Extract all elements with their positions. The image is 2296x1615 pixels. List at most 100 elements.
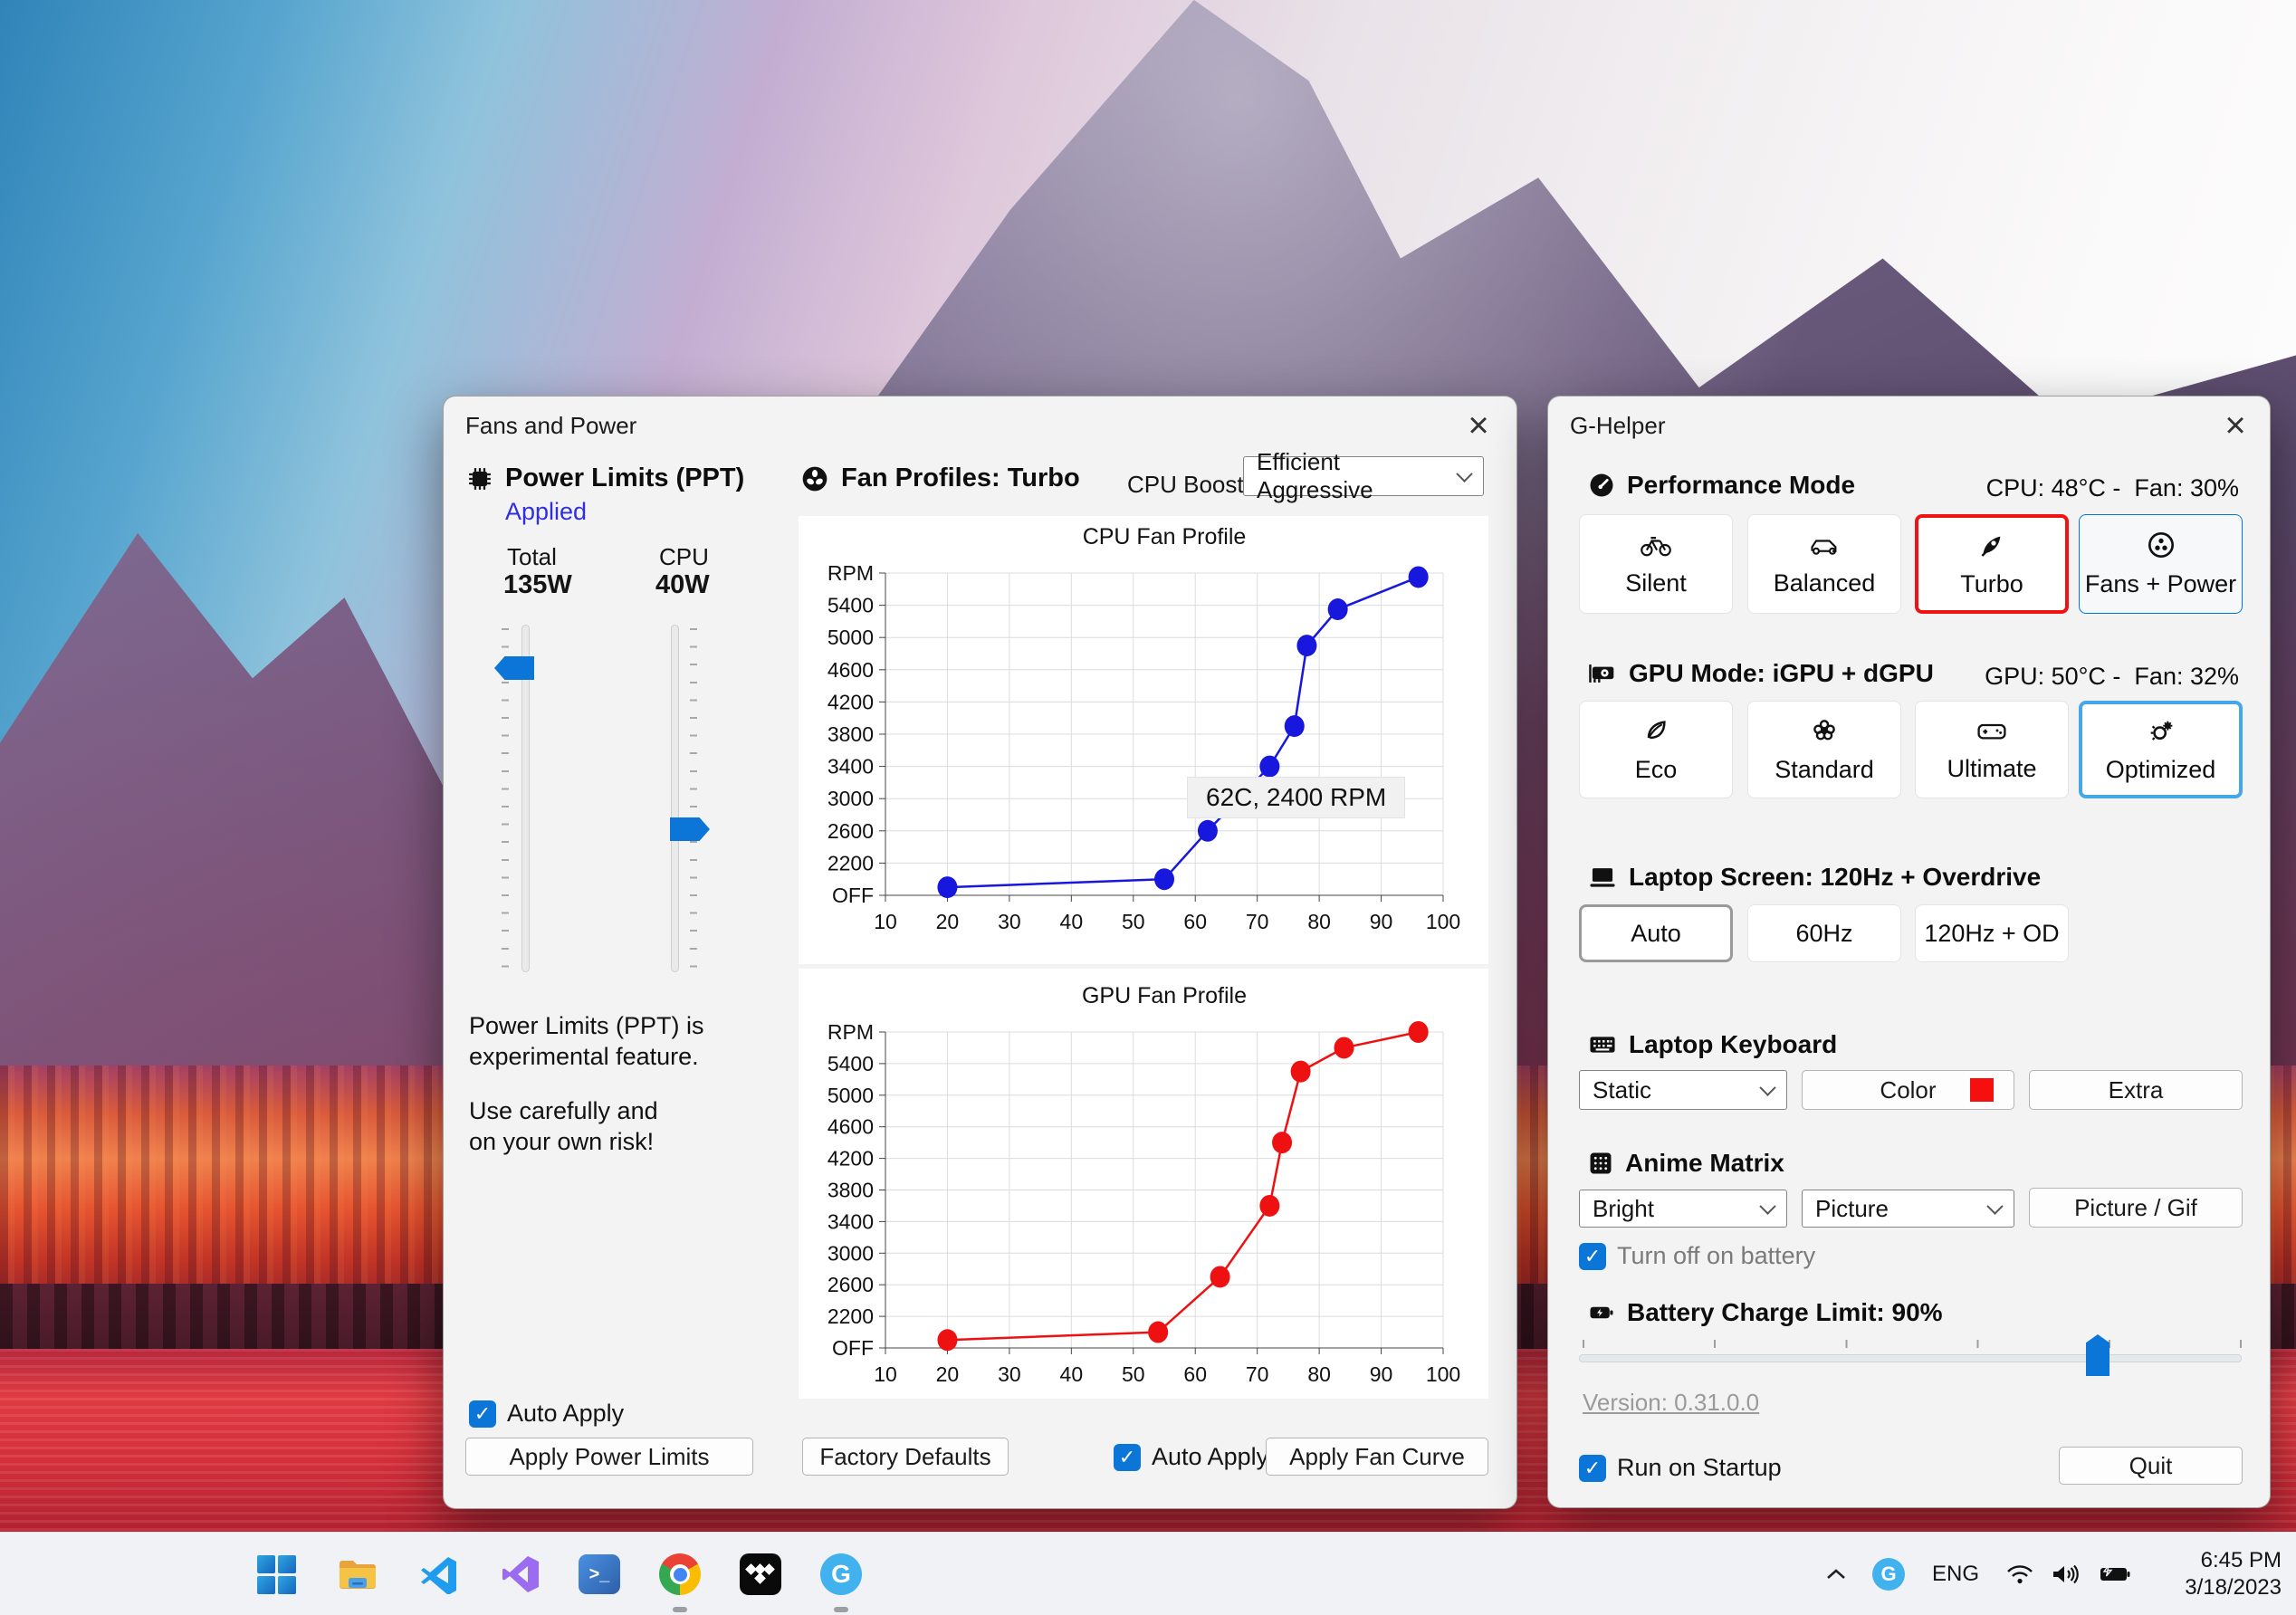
warning-text-2: Use carefully and on your own risk! <box>469 1097 658 1155</box>
anime-picture-gif-button[interactable]: Picture / Gif <box>2029 1188 2243 1228</box>
checkbox-checked-icon[interactable]: ✓ <box>1579 1454 1606 1482</box>
chrome-icon[interactable] <box>658 1553 702 1596</box>
cpu-value: 40W <box>655 570 710 599</box>
windows-logo-icon <box>256 1554 296 1594</box>
gpu-optimized-button-selected[interactable]: Optimized <box>2079 701 2243 798</box>
turn-off-on-battery-checkbox-row[interactable]: ✓ Turn off on battery <box>1579 1242 1815 1270</box>
powershell-glyph: >_ <box>588 1563 610 1584</box>
keyboard-mode-select[interactable]: Static <box>1579 1070 1787 1110</box>
svg-text:3400: 3400 <box>828 755 874 779</box>
file-explorer-icon[interactable] <box>336 1553 379 1596</box>
g-helper-letter: G <box>1880 1562 1897 1585</box>
keyboard-color-button[interactable]: Color <box>1802 1070 2014 1110</box>
screen-auto-button-selected[interactable]: Auto <box>1579 904 1733 962</box>
cpu-boost-select[interactable]: Efficient Aggressive <box>1243 448 1484 503</box>
tray-language[interactable]: ENG <box>1927 1553 1985 1596</box>
screen-120hz-od-button[interactable]: 120Hz + OD <box>1915 904 2069 962</box>
apply-power-limits-button[interactable]: Apply Power Limits <box>465 1438 753 1476</box>
battery-slider-thumb[interactable] <box>2086 1334 2109 1376</box>
cpu-fan-profile-chart[interactable]: 10 20 30 40 50 60 70 80 90 100 OFF 2200 2600 3000 3400… <box>799 516 1488 964</box>
battery-tray-icon[interactable] <box>2093 1553 2137 1596</box>
tray-date: 3/18/2023 <box>2185 1575 2282 1600</box>
fans-power-nav-button[interactable]: Fans + Power <box>2079 514 2243 614</box>
keyboard-extra-button[interactable]: Extra <box>2029 1070 2243 1110</box>
mode-turbo-button-selected[interactable]: Turbo <box>1915 514 2069 614</box>
cpu-boost-value: Efficient Aggressive <box>1257 448 1373 503</box>
svg-text:3800: 3800 <box>828 722 874 746</box>
fan-profiles-header: Fan Profiles: Turbo <box>800 463 1080 493</box>
svg-text:30: 30 <box>998 1362 1021 1386</box>
mode-label: Ultimate <box>1947 754 2037 782</box>
screen-60hz-button[interactable]: 60Hz <box>1747 904 1901 962</box>
volume-icon[interactable] <box>2044 1553 2086 1596</box>
tray-chevron-up-icon[interactable] <box>1818 1553 1854 1596</box>
quit-button[interactable]: Quit <box>2059 1447 2243 1485</box>
svg-text:GPU Fan Profile: GPU Fan Profile <box>1082 983 1247 1008</box>
svg-text:100: 100 <box>1426 1362 1460 1386</box>
svg-text:90: 90 <box>1370 910 1393 933</box>
factory-defaults-button[interactable]: Factory Defaults <box>802 1438 1009 1476</box>
apply-fan-curve-button[interactable]: Apply Fan Curve <box>1266 1438 1488 1476</box>
powershell-icon[interactable]: >_ <box>578 1553 621 1596</box>
auto-apply-fan-label: Auto Apply <box>1152 1443 1269 1470</box>
svg-text:4200: 4200 <box>828 1147 874 1171</box>
g-helper-taskbar-icon[interactable]: G <box>819 1553 863 1596</box>
anime-brightness-select[interactable]: Bright <box>1579 1190 1787 1228</box>
mode-silent-button[interactable]: Silent <box>1579 514 1733 614</box>
chart-canvas[interactable]: 10 20 30 40 50 60 70 80 90 100 OFF 2200 2600 3000 3400… <box>799 969 1488 1399</box>
gpu-card-icon <box>1589 664 1614 683</box>
fan-circle-icon <box>2148 531 2174 558</box>
anime-mode-select[interactable]: Picture <box>1802 1190 2014 1228</box>
cpu-slider-thumb[interactable] <box>670 817 710 841</box>
svg-text:4600: 4600 <box>828 1115 874 1139</box>
svg-text:60: 60 <box>1183 910 1207 933</box>
gpu-standard-button[interactable]: Standard <box>1747 701 1901 798</box>
total-value: 135W <box>503 570 572 599</box>
fan-curve-tooltip: 62C, 2400 RPM <box>1187 777 1406 818</box>
close-button[interactable]: × <box>2210 404 2261 447</box>
run-on-startup-checkbox-row[interactable]: ✓ Run on Startup <box>1579 1454 1782 1482</box>
window-title: Fans and Power <box>465 412 637 439</box>
cpu-slider-track[interactable] <box>671 625 679 972</box>
tidal-icon[interactable] <box>739 1553 782 1596</box>
gpu-eco-button[interactable]: Eco <box>1579 701 1733 798</box>
checkbox-checked-icon[interactable]: ✓ <box>469 1400 496 1428</box>
auto-apply-fan-checkbox-row[interactable]: ✓ Auto Apply <box>1114 1443 1268 1471</box>
vscode-icon[interactable] <box>417 1553 461 1596</box>
start-button[interactable] <box>254 1553 298 1596</box>
checkbox-checked-icon[interactable]: ✓ <box>1579 1242 1606 1270</box>
chart-canvas[interactable]: 10 20 30 40 50 60 70 80 90 100 OFF 2200 2600 3000 3400… <box>799 516 1488 964</box>
tray-clock[interactable]: 6:45 PM 3/18/2023 <box>2185 1547 2282 1601</box>
checkbox-checked-icon[interactable]: ✓ <box>1114 1443 1141 1471</box>
gamepad-icon <box>1977 723 2006 740</box>
mode-balanced-button[interactable]: Balanced <box>1747 514 1901 614</box>
svg-text:50: 50 <box>1122 1362 1145 1386</box>
close-button[interactable]: × <box>1453 404 1504 447</box>
gpu-ultimate-button[interactable]: Ultimate <box>1915 701 2069 798</box>
wifi-icon[interactable] <box>2001 1553 2039 1596</box>
anime-matrix-title: Anime Matrix <box>1625 1149 1784 1177</box>
svg-text:OFF: OFF <box>832 884 874 907</box>
battery-slider-track[interactable] <box>1579 1354 2242 1362</box>
anime-mode-value: Picture <box>1815 1194 1889 1222</box>
svg-text:10: 10 <box>874 1362 897 1386</box>
mode-label: Balanced <box>1773 569 1876 597</box>
fan-profiles-title: Fan Profiles: Turbo <box>841 463 1080 492</box>
laptop-screen-title: Laptop Screen: 120Hz + Overdrive <box>1629 863 2042 891</box>
anime-brightness-value: Bright <box>1593 1194 1654 1222</box>
battery-charge-limit-header: Battery Charge Limit: 90% <box>1588 1298 1943 1327</box>
leaf-icon <box>1647 720 1666 739</box>
bicycle-icon <box>1641 536 1671 556</box>
auto-apply-power-checkbox-row[interactable]: ✓ Auto Apply <box>469 1400 624 1428</box>
tray-g-helper-icon[interactable]: G <box>1870 1553 1907 1596</box>
total-slider-thumb[interactable] <box>494 656 534 680</box>
mode-label: Turbo <box>1960 569 2023 597</box>
gpu-fan-profile-chart[interactable]: 10 20 30 40 50 60 70 80 90 100 OFF 2200 2600 3000 3400… <box>799 969 1488 1399</box>
power-limits-header: Power Limits (PPT) <box>466 463 744 493</box>
svg-text:RPM: RPM <box>828 1020 874 1044</box>
svg-text:30: 30 <box>998 910 1021 933</box>
warning-text-1: Power Limits (PPT) is experimental featu… <box>469 1012 704 1070</box>
visual-studio-icon[interactable] <box>499 1553 542 1596</box>
svg-text:10: 10 <box>874 910 897 933</box>
version-link[interactable]: Version: 0.31.0.0 <box>1583 1389 1759 1417</box>
